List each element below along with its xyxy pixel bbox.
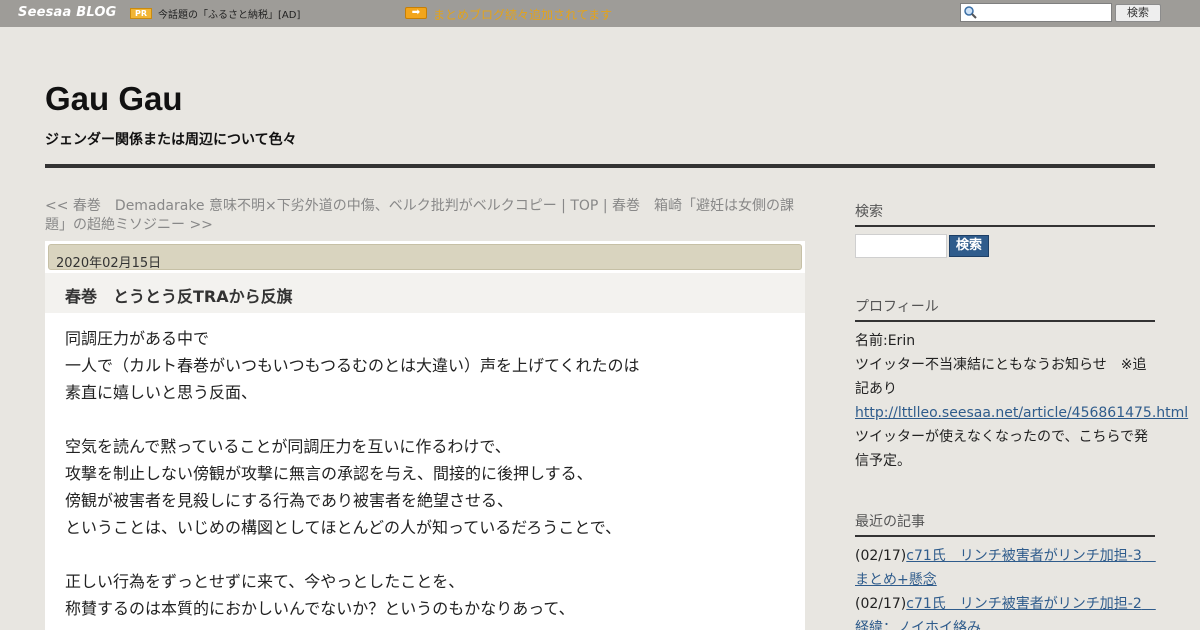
sidebar-search-heading: 検索 [855, 201, 1155, 227]
top-search-input[interactable] [979, 4, 1109, 21]
top-bar: Seesaa BLOG PR 今話題の「ふるさと納税」[AD] ➡ まとめブログ… [0, 0, 1200, 27]
entry-date: 2020年02月15日 [48, 244, 802, 271]
entry-line: 攻撃を制止しない傍観が攻撃に無言の承認を与え、間接的に後押しする、 [65, 464, 593, 483]
recent-article-date: (02/17) [855, 596, 907, 612]
entry-line: 一人で（カルト春巻がいつもいつもつるむのとは大違い）声を上げてくれたのは [65, 356, 640, 375]
top-link[interactable]: TOP [570, 198, 598, 214]
top-search-button[interactable]: 検索 [1115, 4, 1161, 22]
recent-article-item: (02/17)c71氏 リンチ被害者がリンチ加担-3 まとめ+懸念 [855, 544, 1156, 592]
profile-body: 名前:Erin ツイッター不当凍結にともなうお知らせ ※追記あり http://… [855, 329, 1188, 473]
header-divider [45, 164, 1155, 168]
sidebar-search-button[interactable]: 検索 [949, 235, 989, 257]
entry-line: 空気を読んで黙っていることが同調圧力を互いに作るわけで、 [65, 437, 511, 456]
entry-title-bar: 春巻 とうとう反TRAから反旗 [45, 273, 805, 313]
profile-note: ツイッターが使えなくなったので、こちらで発信予定。 [855, 429, 1149, 469]
recent-article-item: (02/17)c71氏 リンチ被害者がリンチ加担-2 経緯：ノイホイ絡み [855, 592, 1156, 630]
blog-description: ジェンダー関係または周辺について色々 [45, 132, 297, 148]
sidebar-recent-heading: 最近の記事 [855, 511, 1155, 537]
entry-line: 称賛するのは本質的におかしいんでないか？というのもかなりあって、 [65, 599, 575, 618]
entry-line: 素直に嬉しいと思う反面、 [65, 383, 258, 402]
nav-separator: | [598, 198, 612, 214]
entry-line: 傍観が被害者を見殺しにする行為であり被害者を絶望させる、 [65, 491, 514, 510]
arrow-right-icon: ➡ [405, 7, 427, 19]
entry-line: 同調圧力がある中で [65, 329, 210, 348]
profile-name: 名前:Erin [855, 333, 916, 349]
blog-title[interactable]: Gau Gau [45, 80, 183, 118]
entry-line: ということは、いじめの構図としてほとんどの人が知っているだろうことで、 [65, 518, 622, 537]
recent-articles-list: (02/17)c71氏 リンチ被害者がリンチ加担-3 まとめ+懸念 (02/17… [855, 544, 1156, 630]
entry-title[interactable]: 春巻 とうとう反TRAから反旗 [65, 283, 293, 307]
recent-article-date: (02/17) [855, 548, 907, 564]
ad-link[interactable]: 今話題の「ふるさと納税」[AD] [158, 6, 300, 21]
top-search-box [960, 3, 1112, 22]
nav-separator: | [556, 198, 571, 214]
prev-article-link[interactable]: << 春巻 Demadarake 意味不明×下劣外道の中傷、ベルク批判がベルクコ… [45, 198, 557, 214]
article-navigation: << 春巻 Demadarake 意味不明×下劣外道の中傷、ベルク批判がベルクコ… [45, 197, 805, 235]
entry-body: 同調圧力がある中で 一人で（カルト春巻がいつもいつもつるむのとは大違い）声を上げ… [65, 325, 785, 622]
entry-line: 正しい行為をずっとせずに来て、今やっとしたことを、 [65, 572, 465, 591]
entry-line [65, 541, 785, 568]
sidebar-profile-heading: プロフィール [855, 296, 1155, 322]
pr-badge: PR [130, 8, 152, 19]
sidebar-search-input[interactable] [855, 234, 947, 258]
seesaa-blog-logo[interactable]: Seesaa BLOG [18, 5, 116, 20]
profile-notice: ツイッター不当凍結にともなうお知らせ ※追記あり [855, 357, 1147, 397]
entry-line [65, 406, 785, 433]
blog-entry: 2020年02月15日 春巻 とうとう反TRAから反旗 同調圧力がある中で 一人… [45, 241, 805, 630]
profile-article-link[interactable]: http://lttlleo.seesaa.net/article/456861… [855, 405, 1188, 421]
news-link[interactable]: まとめブログ続々追加されてます [433, 6, 612, 23]
search-icon [964, 6, 977, 19]
